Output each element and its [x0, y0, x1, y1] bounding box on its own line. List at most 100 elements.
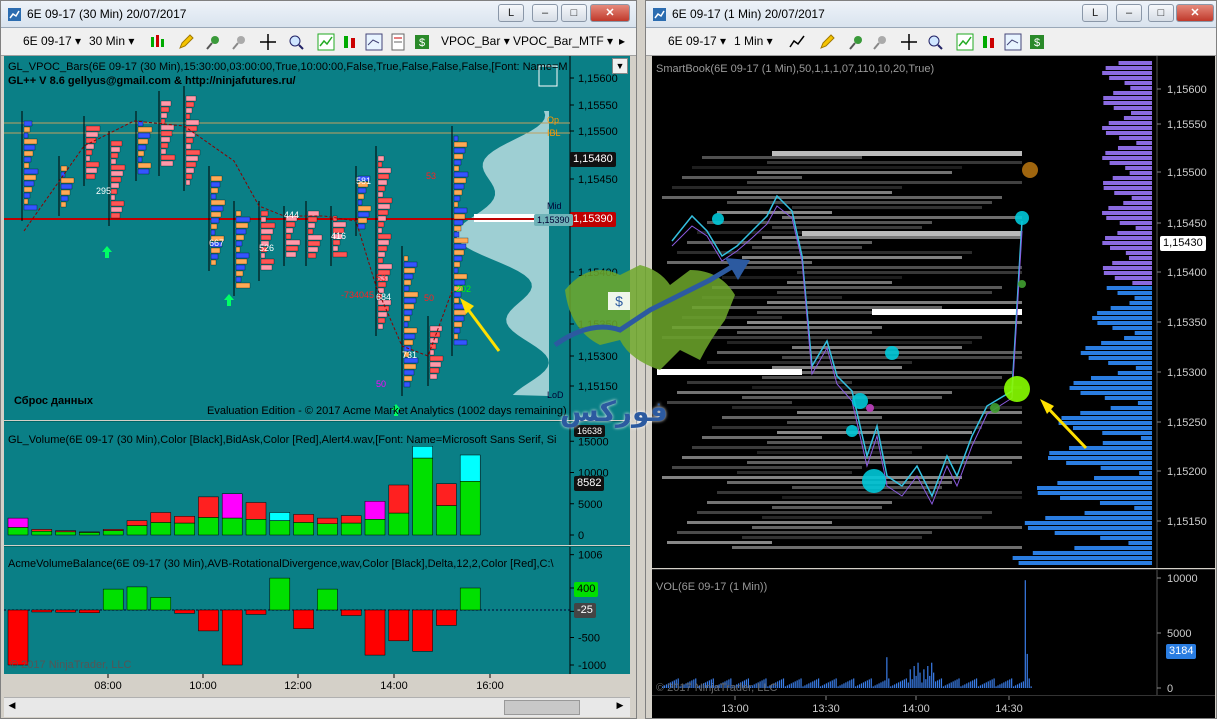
money-icon[interactable]: $: [413, 33, 431, 51]
close-button[interactable]: ✕: [590, 4, 630, 22]
pin-gray-icon[interactable]: [872, 33, 890, 51]
trade-bubble: [990, 403, 1000, 413]
dom-level-bar: [1102, 126, 1152, 130]
price-chart[interactable]: 1,156001,155501,155001,154501,154001,153…: [4, 56, 630, 420]
title-bar[interactable]: 6E 09-17 (30 Min) 20/07/2017 L – □ ✕: [1, 1, 636, 28]
footprint-cell: [137, 162, 152, 169]
indicators-icon[interactable]: [317, 33, 335, 51]
rvol-bar: [1003, 682, 1005, 688]
rvol-bar: [974, 679, 976, 688]
vpoc-small-tag: 1,15390: [534, 214, 573, 226]
title-bar-right[interactable]: 6E 09-17 (1 Min) 20/07/2017 L – □ ✕: [646, 1, 1216, 28]
footprint-cell: [453, 213, 466, 220]
footprint-cell: [307, 222, 316, 229]
dom-level-bar: [1131, 111, 1152, 115]
footprint-cell: [403, 333, 416, 340]
rvol-bar: [991, 679, 993, 688]
toolbar-overflow-icon[interactable]: ▸: [619, 34, 625, 48]
scroll-left-icon[interactable]: ◀: [4, 700, 20, 715]
minimize-button[interactable]: –: [1116, 4, 1142, 22]
reset-data-button[interactable]: Сброс данных: [14, 395, 93, 407]
footprint-cell: [403, 315, 411, 322]
scroll-thumb[interactable]: [504, 700, 580, 715]
horizontal-scrollbar[interactable]: ◀ ▶: [4, 697, 630, 717]
vol-pane[interactable]: 10000 5000 0 VOL(6E 09-17 (1 Min)) © 2017 …: [652, 569, 1215, 695]
rvol-bar: [806, 684, 808, 688]
drawing-pencil-icon[interactable]: [818, 33, 836, 51]
footprint-cell: [210, 223, 218, 230]
footprint-cell: [285, 233, 292, 240]
line-chart-icon[interactable]: [788, 33, 806, 51]
indicator-vpoc-bar[interactable]: VPOC_Bar ▾: [441, 34, 510, 48]
zoom-icon[interactable]: [287, 33, 305, 51]
zoom-icon[interactable]: [926, 33, 944, 51]
link-button[interactable]: L: [498, 4, 524, 22]
dom-level-bar: [1102, 241, 1152, 245]
link-button[interactable]: L: [1082, 4, 1108, 22]
maximize-button[interactable]: □: [561, 4, 587, 22]
instrument-selector[interactable]: 6E 09-17 ▾: [668, 34, 726, 48]
footprint-cell: [23, 180, 35, 187]
close-button[interactable]: ✕: [1176, 4, 1214, 22]
footprint-cell: [185, 161, 197, 168]
bar-label: 581: [356, 176, 371, 186]
footprint-cell: [453, 159, 462, 166]
pin-icon[interactable]: [848, 33, 866, 51]
footprint-cell: [453, 171, 469, 178]
volume-pane[interactable]: 15000 10000 5000 0 GL_Volume(6E 09-17 (30 M…: [4, 421, 630, 545]
footprint-cell: [210, 175, 223, 182]
rvol-bar: [792, 682, 794, 688]
y-tick-label: 1,15450: [578, 174, 618, 186]
footprint-cell: [85, 125, 101, 132]
volume-bar-bottom: [79, 532, 100, 536]
rvol-bar: [841, 684, 843, 688]
interval-selector[interactable]: 1 Min ▾: [734, 34, 773, 48]
rvol-bar: [968, 682, 970, 688]
data-box-icon[interactable]: [389, 33, 407, 51]
footprint-cell: [110, 170, 124, 177]
footprint-cell: [453, 225, 462, 232]
bar-type-icon[interactable]: [149, 33, 167, 51]
instrument-selector[interactable]: 6E 09-17 ▾: [23, 34, 81, 48]
strategies-icon[interactable]: [980, 33, 998, 51]
indicators-icon[interactable]: [956, 33, 974, 51]
footprint-cell: [453, 195, 461, 202]
footprint-cell: [185, 107, 193, 114]
crosshair-icon[interactable]: [259, 33, 277, 51]
footprint-cell: [160, 124, 175, 131]
volume-balance-pane[interactable]: 1006 400 -25 -500 -1000 AcmeVolumeBalance(6E…: [4, 546, 630, 674]
rvol-bar: [779, 680, 781, 688]
balance-bar: [436, 609, 457, 626]
chart-properties-icon[interactable]: [1004, 33, 1022, 51]
rvol-bar: [899, 681, 902, 688]
liquidity-band: [682, 176, 802, 179]
chart-toolbar-right: 6E 09-17 ▾ 1 Min ▾ $: [646, 28, 1216, 56]
pin-icon[interactable]: [205, 33, 223, 51]
footprint-cell: [377, 209, 389, 216]
scroll-right-icon[interactable]: ▶: [612, 700, 628, 715]
minimize-button[interactable]: –: [532, 4, 558, 22]
dom-level-bar: [1117, 231, 1152, 235]
dom-level-bar: [1105, 236, 1152, 240]
chart-properties-icon[interactable]: [365, 33, 383, 51]
crosshair-icon[interactable]: [900, 33, 918, 51]
rvol-bar: [1028, 678, 1030, 688]
rvol-bar: [905, 678, 907, 688]
strategies-icon[interactable]: [341, 33, 359, 51]
rvol-bar: [940, 678, 943, 688]
pane-menu-button[interactable]: ▼: [612, 58, 628, 74]
footprint-cell: [403, 291, 419, 298]
rvol-bar: [804, 685, 806, 688]
drawing-pencil-icon[interactable]: [177, 33, 195, 51]
indicator-vpoc-bar-mtf[interactable]: VPOC_Bar_MTF ▾: [513, 34, 613, 48]
rvol-bar: [780, 679, 783, 688]
footprint-cell: [453, 339, 468, 346]
liquidity-band: [692, 446, 922, 449]
pin-gray-icon[interactable]: [231, 33, 249, 51]
liquidity-band: [797, 271, 1022, 274]
copyright-label: © 2017 NinjaTrader, LLC: [10, 659, 132, 671]
interval-selector[interactable]: 30 Min ▾: [89, 34, 134, 48]
maximize-button[interactable]: □: [1148, 4, 1174, 22]
money-icon[interactable]: $: [1028, 33, 1046, 51]
price-pane[interactable]: 1,156001,155501,155001,154501,154001,153…: [4, 56, 630, 420]
